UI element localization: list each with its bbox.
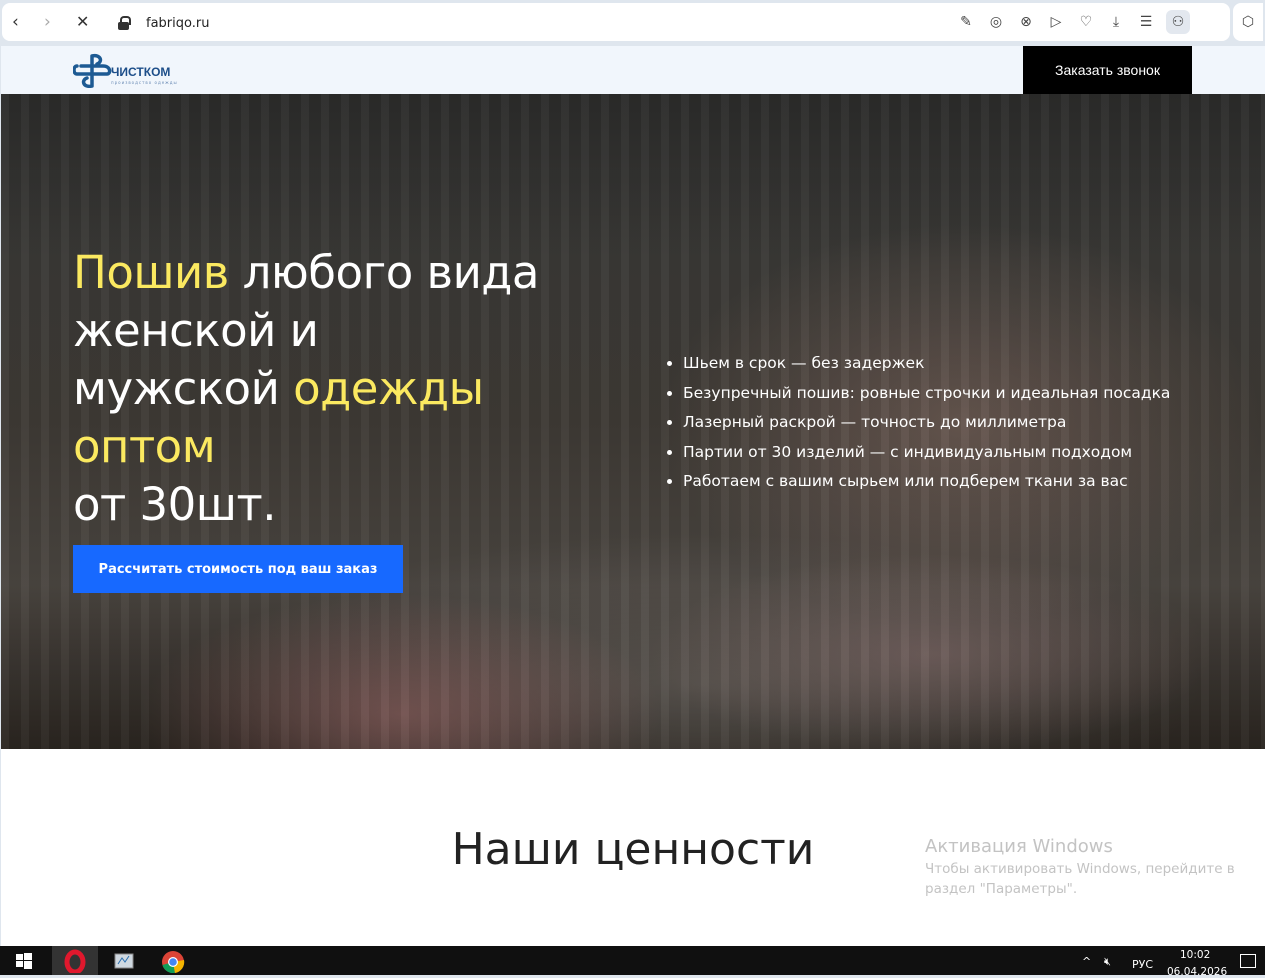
title-text: любого вида	[242, 246, 540, 299]
benefit-item: Безупречный пошив: ровные строчки и идеа…	[683, 379, 1170, 409]
call-request-button[interactable]: Заказать звонок	[1023, 46, 1192, 94]
forward-button[interactable]: ›	[44, 12, 51, 32]
show-hidden-icons[interactable]: ^	[1082, 955, 1091, 968]
hero-section: Пошив любого вида женской и мужской одеж…	[1, 94, 1265, 749]
calculate-cost-button[interactable]: Рассчитать стоимость под ваш заказ	[73, 545, 403, 593]
logo[interactable]: ЧИСТКОМ производство одежды	[72, 52, 183, 89]
clock-time[interactable]: 10:02	[1180, 949, 1210, 961]
logo-icon	[72, 53, 112, 89]
start-button[interactable]	[8, 946, 40, 975]
lock-icon	[118, 16, 131, 30]
title-highlight: Пошив	[73, 246, 229, 299]
opera-icon	[64, 949, 86, 973]
logo-subtitle: производство одежды	[111, 80, 178, 85]
watermark-text: раздел "Параметры".	[925, 881, 1078, 897]
monitor-icon	[114, 953, 134, 968]
watermark-text: Чтобы активировать Windows, перейдите в	[925, 861, 1235, 877]
benefits-list: Шьем в срок — без задержек Безупречный п…	[661, 349, 1170, 497]
stop-button[interactable]: ✕	[76, 12, 89, 31]
web-page: ЧИСТКОМ производство одежды Заказать зво…	[1, 46, 1265, 946]
address-bar: ‹ › ✕ fabriqo.ru ✎ ◎ ⊗ ▷ ♡ ⤓ ☰ ⚇	[2, 3, 1230, 41]
menu-icon[interactable]: ☰	[1136, 12, 1156, 32]
camera-icon[interactable]: ◎	[986, 12, 1006, 32]
send-icon[interactable]: ▷	[1046, 12, 1066, 32]
windows-activation-watermark: Активация Windows Чтобы активировать Win…	[925, 836, 1235, 899]
download-icon[interactable]: ⤓	[1106, 12, 1126, 32]
app-taskbar-button[interactable]	[102, 946, 146, 975]
windows-icon	[16, 952, 32, 969]
title-text: от 30шт.	[73, 478, 277, 531]
browser-chrome: ‹ › ✕ fabriqo.ru ✎ ◎ ⊗ ▷ ♡ ⤓ ☰ ⚇ ⬡	[0, 0, 1265, 44]
url-input[interactable]: fabriqo.ru	[146, 16, 209, 31]
benefit-item: Лазерный раскрой — точность до миллиметр…	[683, 408, 1170, 438]
taskbar: ^ 🔇︎ РУС 10:02 06.04.2026	[0, 946, 1265, 978]
volume-muted-icon[interactable]: 🔇︎	[1104, 955, 1111, 969]
notifications-icon[interactable]	[1240, 954, 1256, 968]
chrome-icon	[162, 950, 185, 973]
language-indicator[interactable]: РУС	[1132, 958, 1153, 971]
title-text: мужской	[73, 362, 280, 415]
site-header: ЧИСТКОМ производство одежды Заказать зво…	[1, 46, 1265, 94]
title-text: женской и	[73, 304, 319, 357]
hero-title: Пошив любого вида женской и мужской одеж…	[73, 244, 633, 534]
profile-icon[interactable]: ⚇	[1166, 10, 1190, 34]
clock-date[interactable]: 06.04.2026	[1167, 966, 1227, 978]
chrome-taskbar-button[interactable]	[150, 946, 196, 975]
heart-icon[interactable]: ♡	[1076, 12, 1096, 32]
watermark-title: Активация Windows	[925, 836, 1113, 857]
benefit-item: Партии от 30 изделий — с индивидуальным …	[683, 438, 1170, 468]
benefit-item: Шьем в срок — без задержек	[683, 349, 1170, 379]
benefit-item: Работаем с вашим сырьем или подберем тка…	[683, 467, 1170, 497]
cube-icon[interactable]: ⬡	[1233, 3, 1263, 41]
logo-text: ЧИСТКОМ	[111, 65, 171, 79]
opera-taskbar-button[interactable]	[52, 946, 98, 975]
edit-icon[interactable]: ✎	[956, 12, 976, 32]
shield-x-icon[interactable]: ⊗	[1016, 12, 1036, 32]
back-button[interactable]: ‹	[12, 12, 19, 32]
